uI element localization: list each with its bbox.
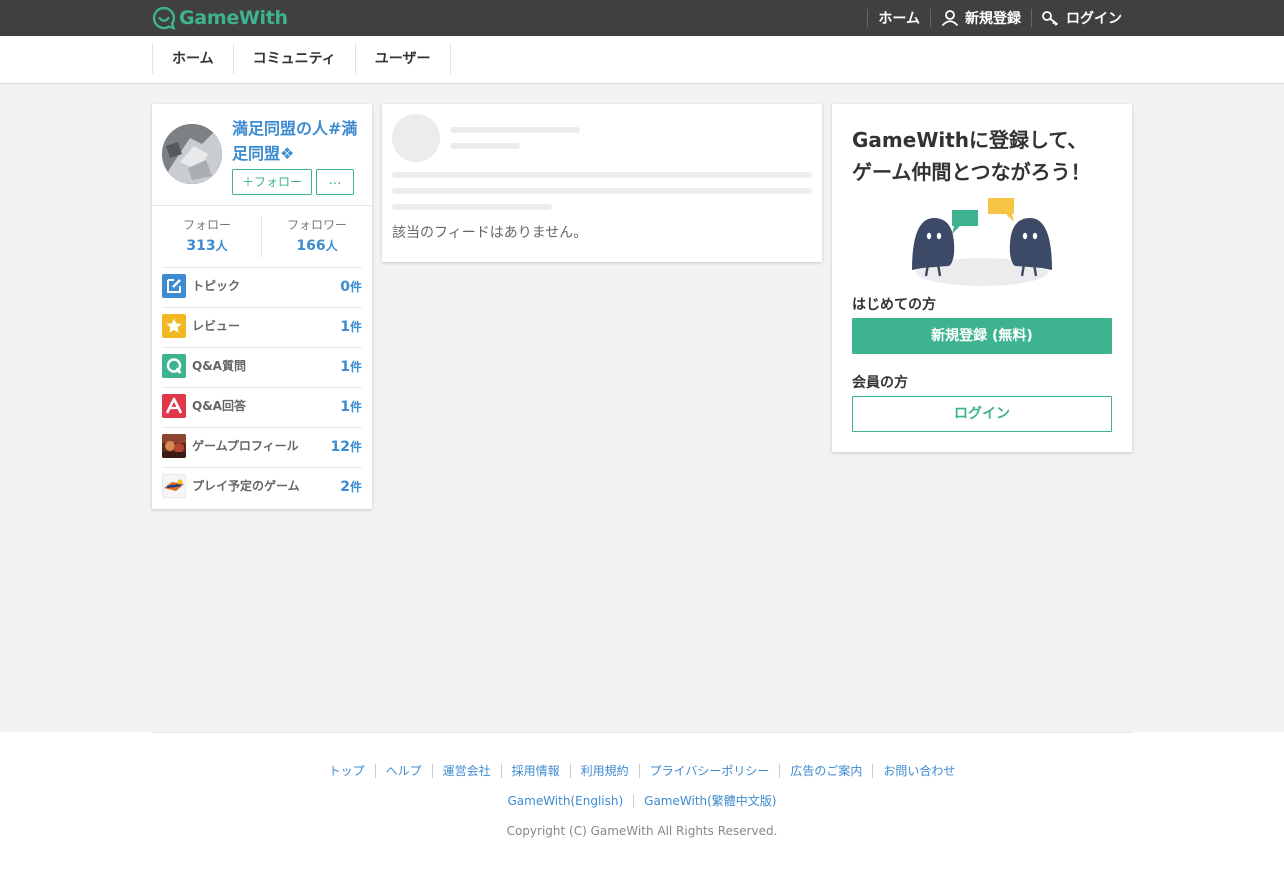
list-item-label: レビュー	[192, 319, 241, 333]
divider	[261, 216, 262, 258]
list-item-questions[interactable]: Q&A質問 1件	[162, 347, 362, 387]
list-item-label: Q&A質問	[192, 359, 246, 373]
activity-list: トピック 0件 レビュー 1件 Q&A質問 1件 Q&A回答 1件 ゲームプロフ…	[162, 267, 362, 507]
skeleton-line	[392, 172, 812, 178]
list-item-count: 1件	[340, 399, 362, 415]
main-nav: ホーム コミュニティ ユーザー	[0, 36, 1284, 84]
logo-text: GameWith	[179, 7, 288, 29]
nav-item-users[interactable]: ユーザー	[356, 44, 451, 74]
signup-title: GameWithに登録して、 ゲーム仲間とつながろう！	[852, 124, 1091, 188]
nav-item-community[interactable]: コミュニティ	[234, 44, 356, 74]
skeleton-avatar	[392, 114, 440, 162]
list-item-count: 2件	[340, 479, 362, 495]
user-icon	[941, 10, 959, 26]
top-bar: GameWith ホーム 新規登録 ログイン	[0, 0, 1284, 36]
skeleton-line	[392, 188, 812, 194]
skeleton-line	[450, 143, 520, 149]
list-item-count: 1件	[340, 359, 362, 375]
follow-button[interactable]: ＋フォロー	[232, 169, 312, 195]
footer-link-contact[interactable]: お問い合わせ	[872, 764, 965, 778]
header-home-label: ホーム	[878, 11, 920, 27]
divider	[152, 205, 372, 206]
nav-item-home[interactable]: ホーム	[153, 44, 234, 74]
list-item-count: 1件	[340, 319, 362, 335]
header-register-label: 新規登録	[965, 11, 1021, 27]
footer-link-top[interactable]: トップ	[319, 764, 375, 778]
footer-link-terms[interactable]: 利用規約	[569, 764, 639, 778]
login-button[interactable]: ログイン	[852, 396, 1112, 432]
list-item-label: プレイ予定のゲーム	[192, 479, 300, 493]
footer-links: トップ ヘルプ 運営会社 採用情報 利用規約 プライバシーポリシー 広告のご案内 お問い合わせ	[0, 764, 1284, 778]
list-item-answers[interactable]: Q&A回答 1件	[162, 387, 362, 427]
avatar[interactable]	[162, 124, 222, 184]
star-icon	[162, 314, 186, 338]
list-item-planned-games[interactable]: プレイ予定のゲーム 2件	[162, 467, 362, 507]
key-icon	[1042, 11, 1059, 26]
gamewith-logo[interactable]: GameWith	[152, 5, 288, 31]
edit-icon	[162, 274, 186, 298]
list-item-game-profiles[interactable]: ゲームプロフィール 12件	[162, 427, 362, 467]
feed-card: 該当のフィードはありません。	[382, 104, 822, 262]
header-login-label: ログイン	[1066, 11, 1122, 27]
footer-link-traditional-chinese[interactable]: GameWith(繁體中文版)	[633, 794, 786, 808]
header-register-link[interactable]: 新規登録	[930, 9, 1031, 27]
footer: トップ ヘルプ 運営会社 採用情報 利用規約 プライバシーポリシー 広告のご案内 お問い合わせ…	[0, 732, 1284, 892]
list-item-reviews[interactable]: レビュー 1件	[162, 307, 362, 347]
footer-language-links: GameWith(English) GameWith(繁體中文版)	[0, 794, 1284, 808]
avatar-image	[162, 124, 222, 184]
footer-link-careers[interactable]: 採用情報	[500, 764, 570, 778]
followers-count: 166人	[296, 238, 338, 254]
profile-card: 満足同盟の人#満足同盟❖ ＋フォロー … フォロー 313人 フォロワー 166…	[152, 104, 372, 509]
list-item-label: ゲームプロフィール	[192, 439, 299, 453]
member-label: 会員の方	[852, 375, 908, 391]
header-home-link[interactable]: ホーム	[867, 9, 930, 27]
skeleton-line	[450, 127, 580, 133]
mascot-illustration	[912, 198, 1052, 286]
signup-title-line1: GameWithに登録して、	[852, 128, 1088, 152]
following-label: フォロー	[182, 218, 231, 232]
gamewith-logo-icon	[152, 6, 176, 30]
game-logo-icon	[162, 474, 186, 498]
more-options-button[interactable]: …	[316, 169, 354, 195]
list-item-topics[interactable]: トピック 0件	[162, 267, 362, 307]
signup-card: GameWithに登録して、 ゲーム仲間とつながろう！ はじめての方 新規登録 …	[832, 104, 1132, 452]
header-links: ホーム 新規登録 ログイン	[867, 0, 1132, 36]
user-name[interactable]: 満足同盟の人#満足同盟❖	[232, 116, 362, 166]
list-item-count: 0件	[340, 279, 362, 295]
following-stat[interactable]: フォロー 313人	[157, 216, 257, 258]
footer-link-privacy[interactable]: プライバシーポリシー	[638, 764, 780, 778]
first-time-label: はじめての方	[852, 297, 936, 313]
footer-link-english[interactable]: GameWith(English)	[497, 794, 633, 808]
footer-link-help[interactable]: ヘルプ	[374, 764, 432, 778]
followers-label: フォロワー	[286, 218, 347, 232]
followers-stat[interactable]: フォロワー 166人	[267, 216, 367, 258]
feed-empty-message: 該当のフィードはありません。	[392, 225, 588, 241]
signup-title-line2: ゲーム仲間とつながろう！	[852, 160, 1091, 184]
list-item-label: トピック	[192, 279, 241, 293]
divider	[152, 732, 1132, 733]
list-item-count: 12件	[330, 439, 363, 455]
register-button[interactable]: 新規登録 (無料)	[852, 318, 1112, 354]
question-icon	[162, 354, 186, 378]
skeleton-line	[392, 204, 552, 210]
footer-link-ads[interactable]: 広告のご案内	[779, 764, 872, 778]
footer-link-company[interactable]: 運営会社	[431, 764, 501, 778]
following-count: 313人	[186, 238, 228, 254]
answer-icon	[162, 394, 186, 418]
list-item-label: Q&A回答	[192, 399, 246, 413]
copyright: Copyright (C) GameWith All Rights Reserv…	[506, 824, 778, 838]
header-login-link[interactable]: ログイン	[1031, 9, 1132, 27]
game-thumbnail-icon	[162, 434, 186, 458]
